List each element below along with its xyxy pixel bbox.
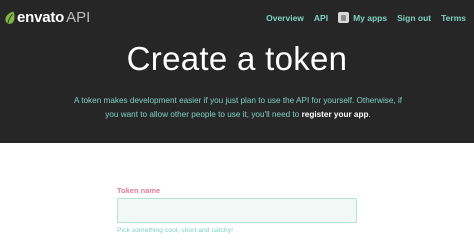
hero-description: A token makes development easier if you … bbox=[68, 94, 408, 122]
nav-my-apps-link[interactable]: My apps bbox=[338, 12, 387, 23]
token-name-label: Token name bbox=[117, 186, 161, 195]
token-form: Token name Pick something cool, short an… bbox=[117, 186, 357, 234]
token-name-input[interactable] bbox=[117, 198, 357, 223]
brand-suffix: API bbox=[66, 9, 91, 26]
brand-name: envato bbox=[17, 9, 65, 26]
token-name-help: Pick something cool, short and catchy! bbox=[117, 227, 233, 234]
hero-section: envato API Overview API My apps Sign out… bbox=[0, 0, 474, 143]
register-app-link[interactable]: register your app bbox=[302, 110, 369, 119]
nav-sign-out-link[interactable]: Sign out bbox=[397, 13, 431, 23]
hero-description-end: . bbox=[368, 110, 371, 119]
nav-links: Overview API My apps Sign out Terms bbox=[266, 12, 466, 23]
app-icon bbox=[338, 12, 350, 23]
page-title: Create a token bbox=[126, 40, 348, 77]
top-navbar: envato API Overview API My apps Sign out… bbox=[0, 0, 474, 34]
brand-logo-link[interactable]: envato API bbox=[4, 9, 90, 26]
nav-api-link[interactable]: API bbox=[314, 13, 328, 23]
nav-overview-link[interactable]: Overview bbox=[266, 13, 304, 23]
nav-terms-link[interactable]: Terms bbox=[441, 13, 466, 23]
envato-leaf-icon bbox=[5, 11, 15, 24]
nav-my-apps-label: My apps bbox=[353, 12, 388, 23]
